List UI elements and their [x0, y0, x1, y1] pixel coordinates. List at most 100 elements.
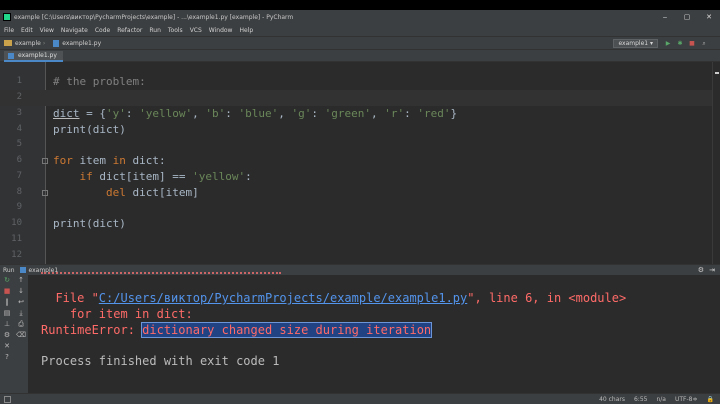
code-text: for item in dict: [53, 154, 166, 167]
python-file-icon [19, 267, 26, 273]
menu-help[interactable]: Help [239, 27, 253, 34]
python-file-icon [53, 39, 60, 47]
code-line: 4 print(dict) [0, 122, 712, 138]
selected-error-message: dictionary changed size during iteration [141, 322, 433, 338]
code-line: 7 if dict[item] == 'yellow': [0, 169, 712, 185]
close-button[interactable]: ✕ [698, 13, 720, 21]
restore-layout-icon[interactable]: ▤ [0, 308, 14, 319]
minimize-button[interactable]: ‒ [654, 13, 676, 21]
code-line: 10 print(dict) [0, 216, 712, 232]
code-line: 6 for item in dict: [0, 153, 712, 169]
code-comment: # the problem: [53, 75, 146, 88]
code-line: 2 [0, 90, 712, 106]
line-separator[interactable]: n/a [656, 396, 666, 403]
soft-wrap-icon[interactable]: ↩ [14, 297, 28, 308]
run-configuration-select[interactable]: example1 ▾ [613, 39, 658, 48]
stop-icon[interactable]: ■ [0, 286, 14, 297]
menu-bar: File Edit View Navigate Code Refactor Ru… [0, 24, 720, 36]
code-text: if dict[item] == 'yellow': [53, 170, 252, 183]
code-text: print(dict) [53, 123, 126, 136]
process-exit-line: Process finished with exit code 1 [41, 354, 280, 368]
menu-run[interactable]: Run [149, 27, 161, 34]
close-icon[interactable]: ✕ [0, 341, 14, 352]
hide-panel-icon[interactable]: ⇥ [709, 266, 715, 274]
console-toolbar: ↑ ↓ ↩ ⤓ ⎙ ⌫ [14, 275, 28, 393]
run-icon[interactable]: ▶ [664, 40, 672, 48]
fold-toggle-icon[interactable] [42, 158, 48, 164]
search-everywhere-icon[interactable]: ⌕ [700, 40, 708, 48]
status-bar: 40 chars 6:55 n/a UTF-8≑ 🔒 [0, 393, 720, 404]
breadcrumb-project[interactable]: example [15, 40, 41, 47]
code-editor[interactable]: 1 # the problem: 2 3 dict = {'y': 'yello… [0, 62, 720, 264]
line-number: 12 [11, 250, 22, 260]
selection-char-count: 40 chars [599, 395, 625, 403]
help-icon[interactable]: ? [0, 352, 14, 363]
navigation-bar: example › example1.py example1 ▾ ▶ ✱ ■ ⌕ [0, 36, 720, 50]
up-arrow-icon[interactable]: ↑ [14, 275, 28, 286]
fold-toggle-icon[interactable] [42, 190, 48, 196]
line-number: 1 [16, 76, 22, 86]
menu-navigate[interactable]: Navigate [61, 27, 88, 34]
window-title: example [C:\Users\виктор\PycharmProjects… [14, 13, 294, 21]
line-number: 10 [11, 218, 22, 228]
python-file-icon [8, 53, 14, 59]
code-text: dict = {'y': 'yellow', 'b': 'blue', 'g':… [53, 107, 458, 120]
menu-vcs[interactable]: VCS [190, 27, 202, 34]
settings-icon[interactable]: ⚙ [0, 330, 14, 341]
line-number: 8 [16, 187, 22, 197]
file-encoding[interactable]: UTF-8≑ [675, 396, 698, 403]
tab-example1-py[interactable]: example1.py [4, 51, 63, 62]
line-number: 4 [16, 124, 22, 134]
pin-icon[interactable]: ⊥ [0, 319, 14, 330]
menu-refactor[interactable]: Refactor [117, 27, 142, 34]
error-line: RuntimeError: dictionary changed size du… [41, 322, 433, 338]
title-bar: example [C:\Users\виктор\PycharmProjects… [0, 10, 720, 24]
line-number: 6 [16, 155, 22, 165]
clear-icon[interactable]: ⌫ [14, 330, 28, 341]
menu-file[interactable]: File [4, 27, 14, 34]
line-number: 11 [11, 234, 22, 244]
pycharm-logo-icon [3, 13, 11, 21]
print-icon[interactable]: ⎙ [14, 319, 28, 330]
run-panel-label[interactable]: Run [3, 267, 15, 274]
editor-scrollbar[interactable] [712, 62, 720, 264]
menu-code[interactable]: Code [95, 27, 110, 34]
lock-icon[interactable]: 🔒 [707, 396, 714, 403]
folder-icon [4, 40, 12, 46]
maximize-button[interactable]: ▢ [676, 13, 698, 21]
code-line: 8 del dict[item] [0, 185, 712, 201]
line-number: 2 [16, 92, 22, 102]
stop-icon[interactable]: ■ [688, 40, 696, 48]
menu-edit[interactable]: Edit [21, 27, 33, 34]
tool-windows-toggle-icon[interactable] [4, 396, 11, 403]
caret-position[interactable]: 6:55 [634, 396, 647, 403]
code-line: 1 # the problem: [0, 74, 712, 90]
line-number: 5 [16, 139, 22, 149]
down-arrow-icon[interactable]: ↓ [14, 286, 28, 297]
line-number: 7 [16, 171, 22, 181]
breadcrumb-file[interactable]: example1.py [62, 40, 101, 47]
rerun-icon[interactable]: ↻ [0, 275, 14, 286]
scroll-to-end-icon[interactable]: ⤓ [14, 308, 28, 319]
code-line: 5 [0, 137, 712, 153]
code-line: 9 [0, 200, 712, 216]
code-text: print(dict) [53, 217, 126, 230]
menu-window[interactable]: Window [209, 27, 233, 34]
debug-icon[interactable]: ✱ [676, 40, 684, 48]
chevron-right-icon: › [42, 39, 46, 47]
code-line: 11 [0, 232, 712, 248]
pause-icon[interactable]: ‖ [0, 297, 14, 308]
scroll-marker [715, 72, 719, 74]
clipped-line-top [41, 272, 281, 275]
run-toolbar: ↻ ■ ‖ ▤ ⊥ ⚙ ✕ ? [0, 275, 14, 393]
traceback-file-line: File "C:/Users/виктор/PycharmProjects/ex… [41, 291, 627, 305]
run-console[interactable]: ↻ ■ ‖ ▤ ⊥ ⚙ ✕ ? ↑ ↓ ↩ ⤓ ⎙ ⌫ File "C:/Use… [0, 272, 720, 393]
pycharm-window: example [C:\Users\виктор\PycharmProjects… [0, 10, 720, 404]
gear-icon[interactable]: ⚙ [698, 266, 704, 274]
traceback-code-line: for item in dict: [41, 307, 193, 321]
code-line: 12 [0, 248, 712, 264]
menu-view[interactable]: View [40, 27, 54, 34]
file-path-link[interactable]: C:/Users/виктор/PycharmProjects/example/… [99, 291, 467, 305]
menu-tools[interactable]: Tools [168, 27, 183, 34]
code-text: del dict[item] [53, 186, 199, 199]
